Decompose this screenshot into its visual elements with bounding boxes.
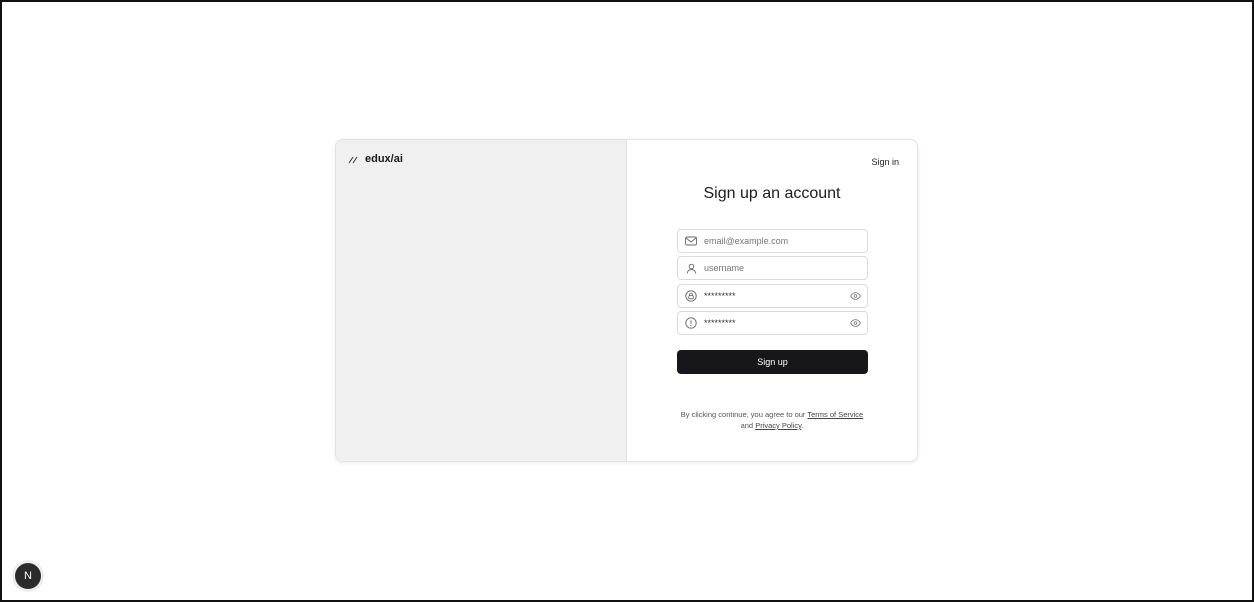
confirm-password-input[interactable] <box>704 312 844 334</box>
terms-notice: By clicking continue, you agree to our T… <box>627 409 917 431</box>
auth-card: edux/ai Sign in Sign up an account email… <box>335 139 918 462</box>
signup-panel: Sign in Sign up an account email@example… <box>627 140 917 461</box>
eye-icon[interactable] <box>850 312 861 334</box>
info-icon <box>678 312 704 334</box>
eye-icon[interactable] <box>850 285 861 307</box>
dev-tools-badge[interactable]: N <box>15 563 41 589</box>
password-input[interactable] <box>704 285 844 307</box>
terms-and: and <box>740 421 754 430</box>
page-title: Sign up an account <box>703 185 841 202</box>
brand-panel: edux/ai <box>336 140 627 461</box>
terms-of-service-link[interactable]: Terms of Service <box>807 410 863 419</box>
terms-prefix: By clicking continue, you agree to our <box>680 410 806 419</box>
brand-name: edux/ai <box>365 153 403 165</box>
brand[interactable]: edux/ai <box>348 153 403 165</box>
mail-icon <box>678 230 704 252</box>
confirm-password-field[interactable] <box>677 311 868 335</box>
email-input[interactable] <box>704 230 844 252</box>
password-field[interactable] <box>677 284 868 308</box>
privacy-policy-link[interactable]: Privacy Policy <box>755 421 801 430</box>
user-icon <box>678 257 704 279</box>
terms-suffix: . <box>801 421 804 430</box>
username-field[interactable] <box>677 256 868 280</box>
signup-button[interactable]: Sign up <box>677 350 868 374</box>
signin-link[interactable]: Sign in <box>871 157 899 167</box>
username-input[interactable] <box>704 257 844 279</box>
email-field[interactable] <box>677 229 868 253</box>
slashes-logo-icon <box>348 155 359 164</box>
lock-icon <box>678 285 704 307</box>
